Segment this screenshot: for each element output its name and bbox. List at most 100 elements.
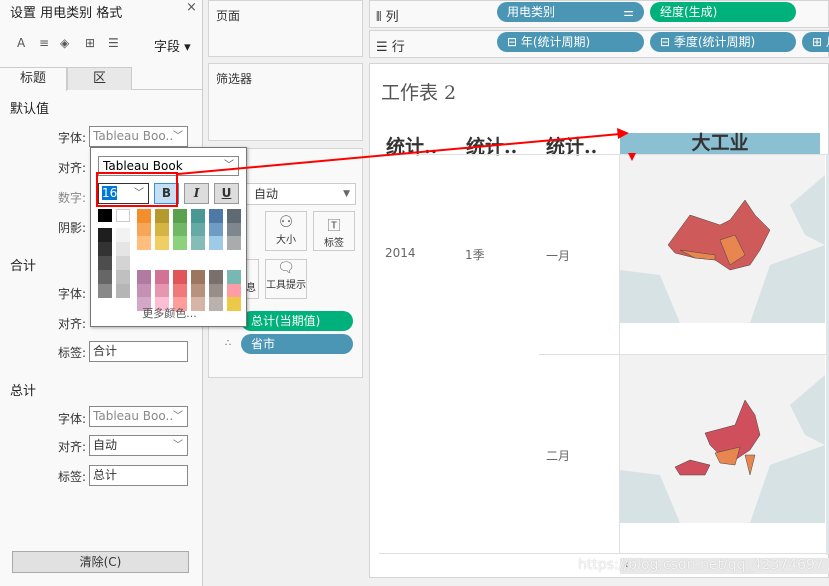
color-swatch[interactable] bbox=[98, 284, 112, 298]
size-button[interactable]: ⚇ 大小 bbox=[265, 211, 307, 251]
label-label: 标签 bbox=[324, 238, 344, 249]
color-swatch[interactable] bbox=[98, 256, 112, 270]
color-swatch[interactable] bbox=[173, 270, 187, 284]
pages-card[interactable]: 页面 bbox=[208, 0, 363, 57]
color-swatch[interactable] bbox=[116, 242, 130, 256]
color-swatch[interactable] bbox=[98, 228, 112, 242]
align-label: 对齐: bbox=[57, 317, 86, 331]
default-font-select[interactable]: Tableau Boo.. ﹀ bbox=[89, 126, 188, 147]
pill-label: 年(统计周期) bbox=[520, 35, 591, 49]
number-label: 数字: bbox=[57, 191, 86, 205]
color-swatch[interactable] bbox=[137, 270, 151, 284]
color-swatch[interactable] bbox=[191, 222, 205, 236]
alignment-icon[interactable]: ≡ bbox=[39, 36, 49, 50]
color-swatch[interactable] bbox=[227, 222, 241, 236]
font-icon[interactable]: A bbox=[17, 36, 25, 50]
row-pill-month[interactable]: ⊞ 月 bbox=[802, 32, 829, 52]
color-swatch[interactable] bbox=[116, 284, 130, 298]
clear-button[interactable]: 清除(C) bbox=[12, 551, 189, 573]
align-value: 自动 bbox=[93, 438, 118, 452]
row-pill-quarter[interactable]: ⊟ 季度(统计周期) bbox=[650, 32, 796, 52]
total-label-input[interactable]: 总计 bbox=[89, 465, 188, 486]
dropdown-arrow-icon: ▼ bbox=[343, 189, 350, 199]
chevron-down-icon: ﹀ bbox=[173, 131, 183, 142]
subtotal-label-input[interactable]: 合计 bbox=[89, 341, 188, 362]
label-button[interactable]: 🅃 标签 bbox=[313, 211, 355, 251]
total-font-select[interactable]: Tableau Boo.. ﹀ bbox=[89, 406, 188, 427]
color-swatch[interactable] bbox=[155, 283, 169, 297]
color-swatch[interactable] bbox=[155, 270, 169, 284]
total-align-select[interactable]: 自动 ﹀ bbox=[89, 435, 188, 456]
color-swatch[interactable] bbox=[173, 236, 187, 250]
color-swatch[interactable] bbox=[209, 236, 223, 250]
color-swatch[interactable] bbox=[227, 209, 241, 223]
column-pill-category[interactable]: 用电类别 ⚌ bbox=[497, 2, 644, 22]
chevron-down-icon: ﹀ bbox=[173, 411, 183, 422]
italic-button[interactable]: I bbox=[184, 183, 209, 204]
watermark: https://blog.csdn.net/qq_42374697 bbox=[578, 557, 824, 573]
quarter-label: 1季 bbox=[465, 248, 485, 262]
color-swatch[interactable] bbox=[209, 270, 223, 284]
filters-card[interactable]: 筛选器 bbox=[208, 63, 363, 141]
lines-icon[interactable]: ☰ bbox=[108, 36, 119, 50]
color-swatch[interactable] bbox=[191, 236, 205, 250]
color-swatch[interactable] bbox=[191, 209, 205, 223]
filters-label: 筛选器 bbox=[216, 72, 253, 86]
color-swatch[interactable] bbox=[116, 270, 130, 284]
font-value: Tableau Boo.. bbox=[93, 409, 174, 423]
color-swatch[interactable] bbox=[227, 270, 241, 284]
color-swatch[interactable] bbox=[116, 209, 130, 222]
color-swatch[interactable] bbox=[209, 283, 223, 297]
color-swatch[interactable] bbox=[116, 256, 130, 270]
color-swatch[interactable] bbox=[227, 236, 241, 250]
rows-label: 行 bbox=[391, 40, 405, 55]
color-swatch[interactable] bbox=[98, 209, 112, 222]
shading-icon[interactable]: ◈ bbox=[60, 36, 69, 50]
tab-pane[interactable]: 区 bbox=[67, 67, 132, 90]
font-family-value: Tableau Book bbox=[103, 159, 183, 173]
color-swatch[interactable] bbox=[209, 222, 223, 236]
color-swatch[interactable] bbox=[137, 222, 151, 236]
year-label: 2014 bbox=[385, 246, 416, 260]
color-swatch[interactable] bbox=[98, 270, 112, 284]
tooltip-button[interactable]: 🗨 工具提示 bbox=[265, 259, 307, 299]
column-header[interactable]: 大工业 bbox=[620, 133, 820, 154]
columns-shelf-label: ⫴ 列 bbox=[376, 10, 399, 25]
align-label: 对齐: bbox=[57, 161, 86, 175]
color-swatch[interactable] bbox=[155, 209, 169, 223]
color-swatch[interactable] bbox=[155, 236, 169, 250]
color-swatch[interactable] bbox=[116, 228, 130, 242]
color-swatch[interactable] bbox=[191, 270, 205, 284]
align-label: 对齐: bbox=[57, 440, 86, 454]
color-swatch[interactable] bbox=[98, 242, 112, 256]
borders-icon[interactable]: ⊞ bbox=[85, 36, 95, 50]
color-swatch[interactable] bbox=[137, 236, 151, 250]
color-swatch[interactable] bbox=[173, 209, 187, 223]
tab-bar: 标题 区 bbox=[0, 67, 203, 91]
more-colors-link[interactable]: 更多颜色... bbox=[91, 305, 248, 321]
color-swatch[interactable] bbox=[155, 222, 169, 236]
province-pill[interactable]: 省市 bbox=[241, 334, 353, 354]
color-pill[interactable]: 总计(当期值) bbox=[241, 311, 353, 331]
font-label: 字体: bbox=[57, 412, 86, 426]
color-swatch[interactable] bbox=[173, 222, 187, 236]
tab-header[interactable]: 标题 bbox=[0, 67, 67, 91]
scope-dropdown[interactable]: 字段 ▾ bbox=[154, 36, 191, 55]
color-swatch[interactable] bbox=[209, 209, 223, 223]
color-swatch[interactable] bbox=[191, 283, 205, 297]
column-pill-longitude[interactable]: 经度(生成) bbox=[650, 2, 796, 22]
map-february[interactable] bbox=[620, 355, 825, 523]
font-value: Tableau Boo.. bbox=[93, 129, 174, 143]
close-icon[interactable]: × bbox=[186, 0, 197, 15]
underline-button[interactable]: U bbox=[214, 183, 239, 204]
map-january[interactable] bbox=[620, 155, 825, 323]
color-swatch[interactable] bbox=[137, 283, 151, 297]
chevron-down-icon: ﹀ bbox=[173, 440, 183, 451]
color-swatch[interactable] bbox=[137, 209, 151, 223]
color-swatch[interactable] bbox=[173, 283, 187, 297]
color-swatch[interactable] bbox=[227, 283, 241, 297]
row-pill-year[interactable]: ⊟ 年(统计周期) bbox=[497, 32, 644, 52]
font-label: 字体: bbox=[57, 131, 86, 145]
panel-title: 设置 用电类别 格式 bbox=[10, 6, 123, 21]
tag-label: 标签: bbox=[57, 346, 86, 360]
